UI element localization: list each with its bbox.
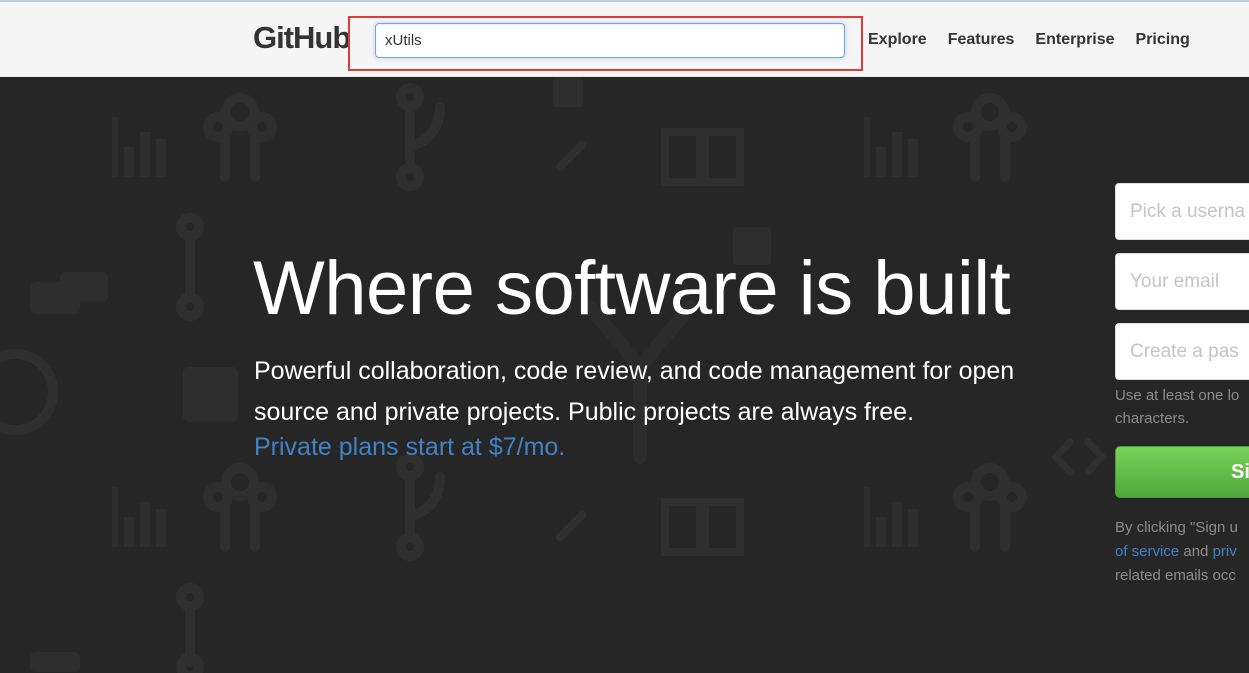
terms-line1: By clicking "Sign u (1115, 519, 1238, 536)
nav-pricing[interactable]: Pricing (1136, 31, 1190, 49)
password-hint-line2: characters. (1115, 410, 1190, 427)
main-nav: Explore Features Enterprise Pricing (868, 31, 1211, 49)
signup-button[interactable]: Si (1115, 446, 1249, 498)
top-header: GitHub Explore Features Enterprise Prici… (0, 0, 1249, 77)
gauge-icon (0, 349, 58, 435)
email-input[interactable] (1115, 253, 1249, 310)
book-icon (661, 128, 744, 556)
pricing-link[interactable]: Private plans start at $7/mo. (254, 433, 565, 462)
search-input[interactable] (375, 23, 845, 58)
password-hint-line1: Use at least one lo (1115, 387, 1240, 404)
nav-enterprise[interactable]: Enterprise (1035, 31, 1114, 49)
password-input[interactable] (1115, 323, 1249, 380)
terms-text: By clicking "Sign u of service and priv … (1115, 516, 1249, 588)
terms-of-service-link[interactable]: of service (1115, 543, 1179, 560)
github-logo[interactable]: GitHub (253, 20, 351, 56)
privacy-link[interactable]: priv (1213, 543, 1237, 560)
hero-subtitle: Powerful collaboration, code review, and… (254, 357, 1015, 426)
pencil-icon (556, 141, 586, 541)
password-hint: Use at least one lo characters. (1115, 384, 1249, 430)
bar-chart-icon (112, 117, 918, 547)
terms-and: and (1179, 543, 1213, 560)
speech-bubble-icon (30, 272, 108, 672)
github-homepage: GitHub Explore Features Enterprise Prici… (0, 0, 1249, 673)
username-input[interactable] (1115, 183, 1249, 240)
hero-section: Where software is built Powerful collabo… (0, 77, 1249, 673)
hero-title: Where software is built (253, 246, 1011, 331)
terms-line3: related emails occ (1115, 567, 1236, 584)
terms-line2: of service and priv (1115, 540, 1249, 564)
nav-features[interactable]: Features (948, 31, 1015, 49)
nav-explore[interactable]: Explore (868, 31, 927, 49)
signup-form: Use at least one lo characters. Si By cl… (1115, 183, 1249, 588)
code-brackets-icon (1051, 438, 1107, 476)
